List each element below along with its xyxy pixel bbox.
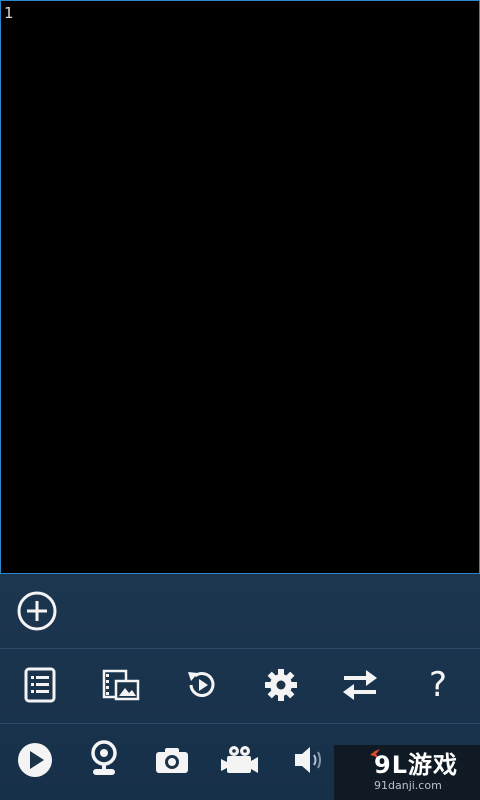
switch-button[interactable]: [337, 663, 383, 707]
audio-button[interactable]: [288, 738, 332, 782]
channel-number: 1: [4, 4, 14, 22]
add-device-button[interactable]: [14, 588, 60, 634]
speaker-icon: [295, 747, 321, 773]
snapshot-button[interactable]: [150, 738, 194, 782]
gallery-button[interactable]: [98, 663, 144, 707]
settings-button[interactable]: [258, 663, 304, 707]
play-button[interactable]: [13, 738, 57, 782]
playback-button[interactable]: [179, 663, 225, 707]
replay-icon: [188, 672, 215, 697]
video-viewport[interactable]: 1: [0, 0, 480, 574]
watermark: 9L游戏 91danji.com: [334, 745, 480, 800]
webcam-icon: [91, 740, 117, 775]
control-panel: ? 9L游戏 91danji.com: [0, 574, 480, 800]
list-button[interactable]: [18, 663, 62, 707]
record-button[interactable]: [218, 738, 262, 782]
play-icon: [18, 743, 52, 777]
camera-icon: [156, 748, 188, 773]
help-button[interactable]: ?: [416, 663, 460, 707]
gear-icon: [265, 669, 297, 701]
watermark-domain: 91danji.com: [374, 779, 442, 792]
add-row: [0, 574, 480, 648]
plus-circle-icon: [17, 591, 57, 631]
list-icon: [24, 667, 56, 703]
question-icon: ?: [428, 665, 448, 705]
watermark-logo: 9L游戏: [374, 751, 458, 779]
film-image-icon: [102, 669, 140, 701]
swap-arrows-icon: [343, 670, 377, 700]
video-camera-icon: [221, 746, 258, 773]
webcam-button[interactable]: [82, 736, 126, 782]
menu-row: ?: [0, 649, 480, 723]
